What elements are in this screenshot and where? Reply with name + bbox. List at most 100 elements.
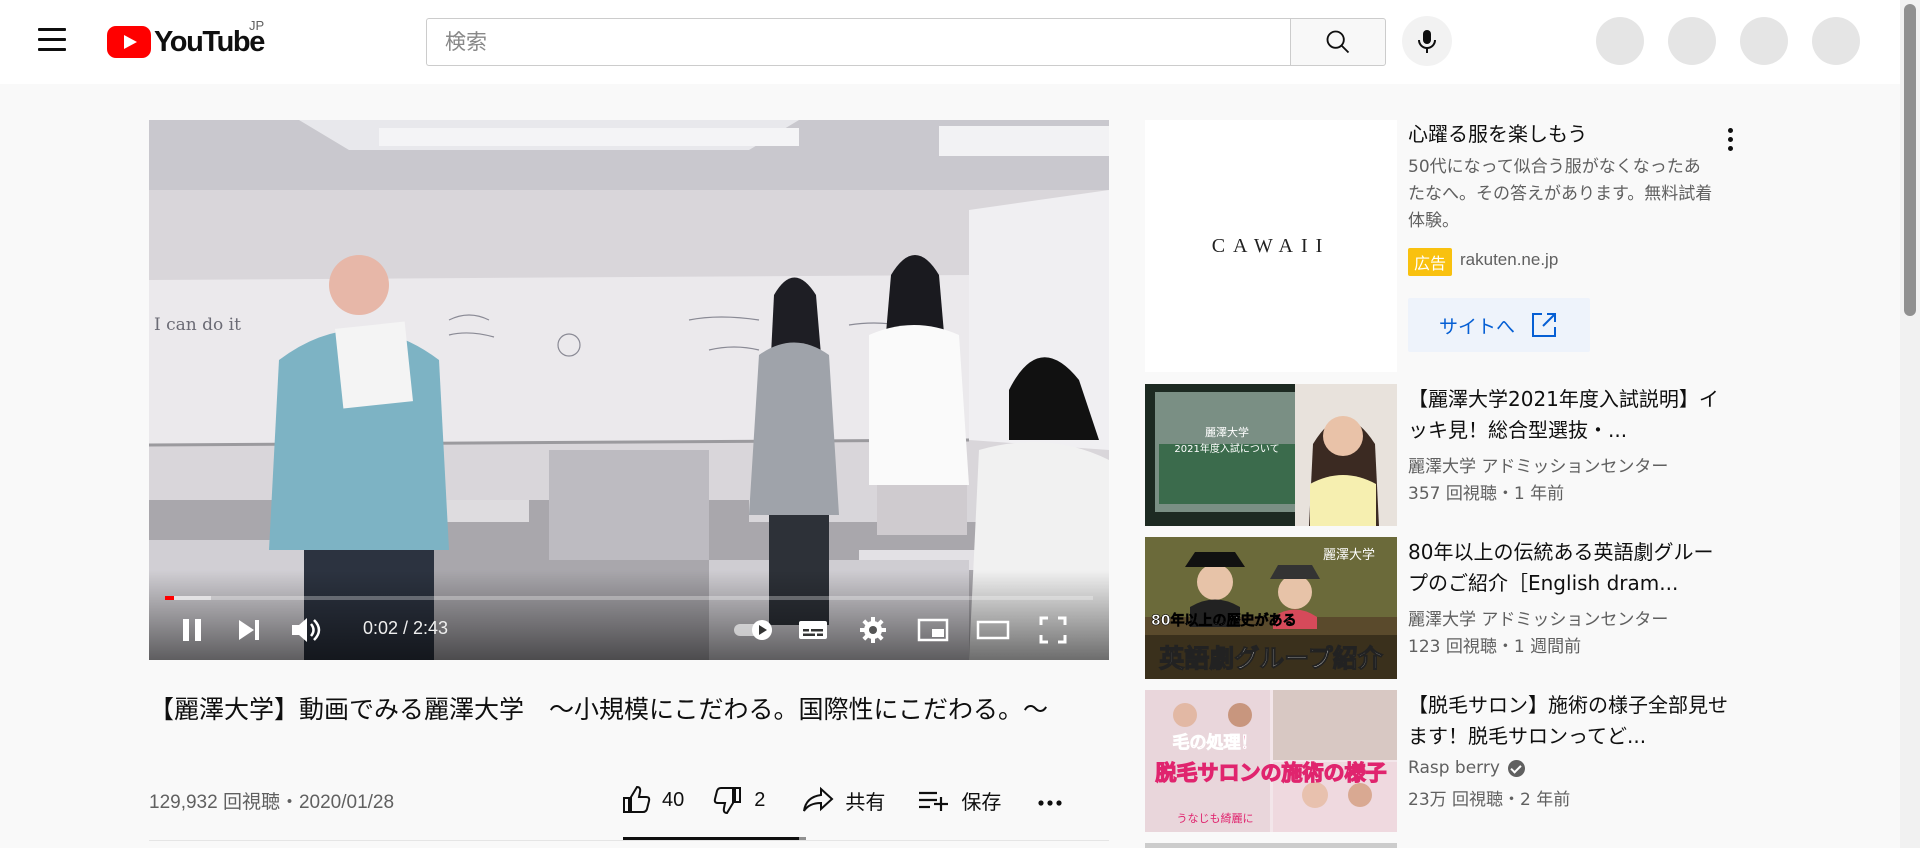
menu-icon[interactable] — [38, 28, 70, 54]
video-title: 【麗澤大学】動画でみる麗澤大学 ～小規模にこだわる。国際性にこだわる。～ — [149, 695, 1049, 724]
save-button[interactable]: 保存 — [917, 786, 1001, 815]
pause-icon — [183, 619, 201, 641]
pause-button[interactable] — [169, 606, 215, 654]
volume-icon — [292, 618, 321, 642]
recommendation-title[interactable]: 【脱毛サロン】施術の様子全部見せます！脱毛サロンってど... — [1408, 690, 1728, 752]
channel-name[interactable]: 麗澤大学 アドミッションセンター — [1408, 452, 1668, 477]
next-recommendation-thumbnail[interactable] — [1145, 843, 1397, 848]
volume-button[interactable] — [283, 606, 329, 654]
external-link-icon — [1532, 313, 1556, 337]
recommendation-title[interactable]: 【麗澤大学2021年度入試説明】イッキ見！総合型選抜・... — [1408, 384, 1728, 446]
recommendation-item[interactable]: 毛の処理！ 脱毛サロンの施術の様子 うなじも綺麗に 【脱毛サロン】施術の様子全部… — [1145, 690, 1740, 832]
divider — [149, 840, 1109, 841]
progress-played — [165, 596, 175, 600]
youtube-logo[interactable]: YouTube JP — [107, 18, 265, 62]
recommendation-meta: 123 回視聴・1 週間前 — [1408, 637, 1582, 657]
ad-domain: rakuten.ne.jp — [1460, 250, 1559, 269]
search-bar — [426, 18, 1386, 66]
thumb-caption-2: 脱毛サロンの施術の様子 — [1156, 761, 1387, 785]
subtitles-icon — [799, 621, 827, 639]
dislike-button[interactable]: 2 — [712, 784, 765, 816]
search-icon — [1326, 30, 1350, 54]
ad-thumbnail[interactable]: CAWAII — [1145, 120, 1397, 372]
page-scrollbar[interactable] — [1900, 0, 1920, 848]
save-label: 保存 — [961, 791, 1002, 814]
like-count: 40 — [662, 788, 685, 811]
video-player[interactable]: I can do it 0:02 / 2:43 — [149, 120, 1109, 660]
channel-name[interactable]: Rasp berry — [1408, 758, 1525, 778]
share-icon — [803, 786, 834, 812]
more-horizontal-icon — [1038, 800, 1062, 806]
recommendation-item[interactable]: 麗澤大学 80年以上の歴史がある 英語劇グループ紹介 80年以上の伝統ある英語劇… — [1145, 537, 1740, 679]
thumb-caption-1: 80年以上の歴史がある — [1151, 612, 1296, 629]
playlist-add-icon — [919, 791, 949, 811]
miniplayer-button[interactable] — [911, 606, 955, 654]
avatar[interactable] — [1812, 17, 1860, 65]
ad-menu-button[interactable] — [1712, 124, 1748, 154]
thumbnail-image: 麗澤大学 80年以上の歴史がある 英語劇グループ紹介 — [1145, 537, 1397, 679]
channel-name-text: 麗澤大学 アドミッションセンター — [1408, 457, 1669, 477]
recommendation-item[interactable]: 麗澤大学 2021年度入試について 【麗澤大学2021年度入試説明】イッキ見！総… — [1145, 384, 1740, 526]
recommendation-meta: 357 回視聴・1 年前 — [1408, 484, 1565, 504]
autoplay-toggle-icon — [734, 620, 772, 640]
thumbs-down-icon — [714, 787, 742, 815]
header-button-3[interactable] — [1740, 17, 1788, 65]
ad-title[interactable]: 心躍る服を楽しもう — [1408, 120, 1587, 148]
youtube-play-icon — [107, 26, 151, 58]
thumb-caption-3: 麗澤大学 — [1323, 547, 1375, 563]
view-count-date: 129,932 回視聴・2020/01/28 — [149, 792, 395, 813]
video-thumbnail[interactable]: 麗澤大学 2021年度入試について — [1145, 384, 1397, 526]
thumb-caption-3: うなじも綺麗に — [1177, 812, 1254, 825]
fullscreen-button[interactable] — [1031, 606, 1075, 654]
channel-name[interactable]: 麗澤大学 アドミッションセンター — [1408, 605, 1668, 630]
country-code: JP — [249, 18, 265, 33]
more-actions-button[interactable] — [1035, 785, 1075, 815]
gear-icon — [860, 617, 886, 643]
settings-button[interactable] — [849, 606, 897, 654]
share-button[interactable]: 共有 — [801, 785, 885, 815]
thumb-caption-1: 毛の処理！ — [1173, 732, 1258, 753]
time-display: 0:02 / 2:43 — [363, 618, 449, 638]
theater-mode-icon — [976, 620, 1010, 640]
ad-site-label: サイトへ — [1438, 315, 1515, 338]
microphone-icon — [1418, 30, 1436, 53]
thumbs-up-icon — [623, 785, 651, 813]
thumb-caption-2: 英語劇グループ紹介 — [1159, 644, 1384, 673]
next-icon — [239, 620, 259, 640]
ad-site-button[interactable]: サイトへ — [1408, 298, 1590, 352]
logo-text: YouTube — [154, 25, 265, 58]
whiteboard-text: I can do it — [154, 315, 241, 335]
next-button[interactable] — [229, 606, 269, 654]
thumb-caption-1: 麗澤大学 — [1205, 425, 1249, 439]
channel-name-text: Rasp berry — [1408, 758, 1500, 778]
video-thumbnail[interactable]: 毛の処理！ 脱毛サロンの施術の様子 うなじも綺麗に — [1145, 690, 1397, 832]
thumb-caption-2: 2021年度入試について — [1174, 442, 1279, 455]
like-button[interactable]: 40 — [620, 784, 684, 816]
miniplayer-icon — [917, 618, 949, 642]
recommendation-meta: 23万 回視聴・2 年前 — [1408, 790, 1571, 810]
thumbnail-image: 毛の処理！ 脱毛サロンの施術の様子 うなじも綺麗に — [1145, 690, 1397, 832]
video-actions: 40 2 共有 保存 — [620, 780, 1075, 820]
theater-mode-button[interactable] — [971, 606, 1015, 654]
fullscreen-icon — [1039, 616, 1067, 644]
subtitles-button[interactable] — [789, 606, 837, 654]
recommendation-title[interactable]: 80年以上の伝統ある英語劇グループのご紹介［English dram... — [1408, 537, 1728, 599]
search-input[interactable] — [426, 18, 1290, 66]
ad-description: 50代になって似合う服がなくなったあたなへ。その答えがあります。無料試着体験。 — [1408, 157, 1713, 231]
channel-name-text: 麗澤大学 アドミッションセンター — [1408, 610, 1669, 630]
header-button-2[interactable] — [1668, 17, 1716, 65]
sidebar-ad[interactable]: CAWAII 心躍る服を楽しもう 50代になって似合う服がなくなったあたなへ。そ… — [1145, 120, 1740, 372]
share-label: 共有 — [845, 791, 886, 814]
ad-badge: 広告 — [1408, 248, 1453, 276]
autoplay-toggle[interactable] — [729, 606, 779, 654]
video-thumbnail[interactable]: 麗澤大学 80年以上の歴史がある 英語劇グループ紹介 — [1145, 537, 1397, 679]
thumbnail-image: 麗澤大学 2021年度入試について — [1145, 384, 1397, 526]
progress-bar[interactable] — [165, 596, 1093, 600]
verified-icon — [1507, 759, 1525, 777]
voice-search-button[interactable] — [1402, 16, 1452, 66]
masthead: YouTube JP — [0, 0, 1900, 84]
ad-brand-logo: CAWAII — [1211, 234, 1331, 257]
search-button[interactable] — [1290, 18, 1386, 66]
header-button-1[interactable] — [1596, 17, 1644, 65]
scrollbar-thumb[interactable] — [1904, 4, 1916, 316]
